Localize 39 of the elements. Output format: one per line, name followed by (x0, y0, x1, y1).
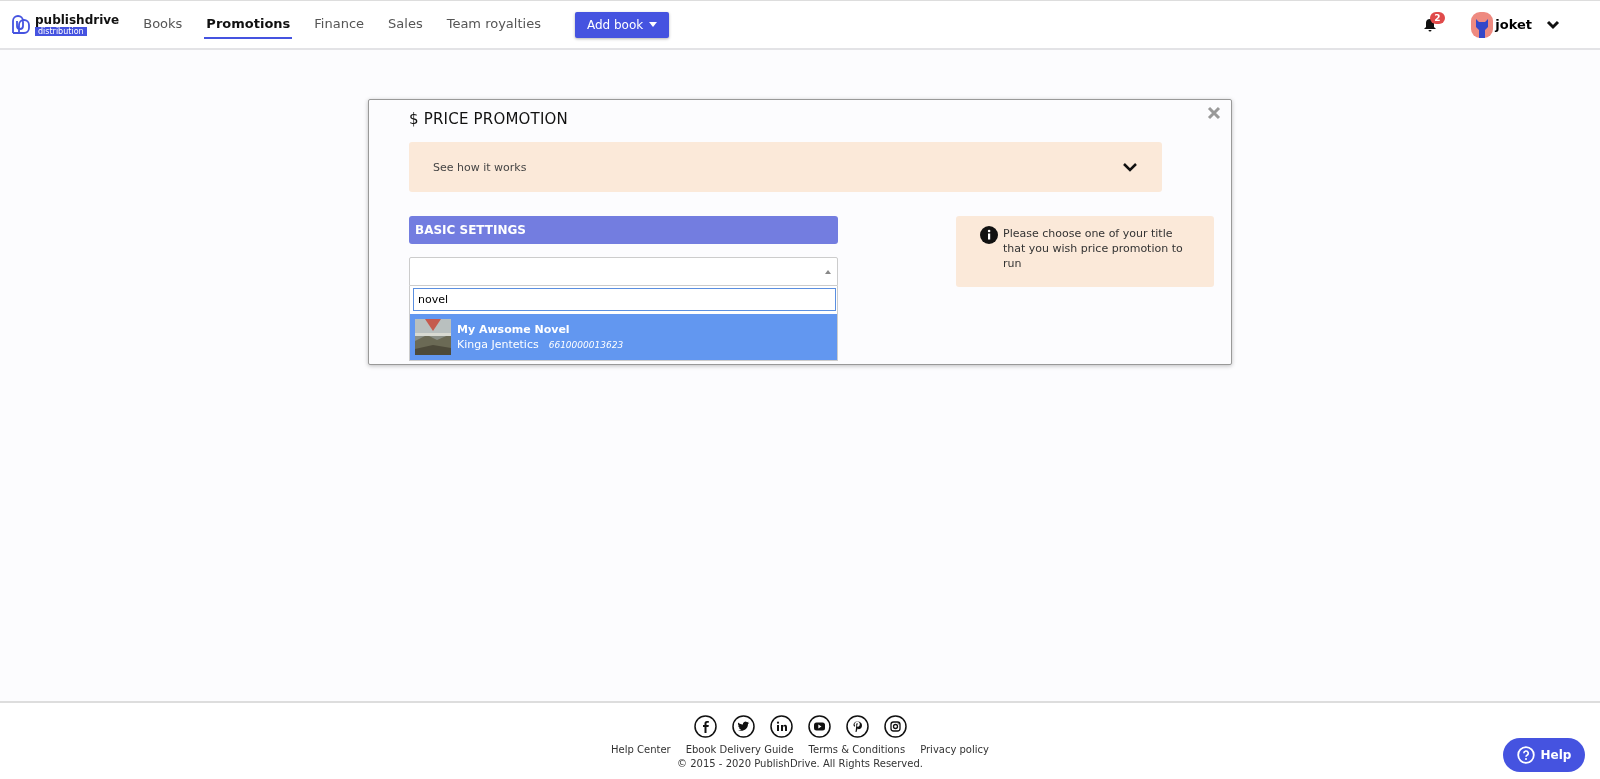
dialog-title: $ PRICE PROMOTION (409, 110, 569, 128)
chevron-down-icon (1122, 162, 1138, 172)
caret-up-icon (825, 269, 831, 274)
info-icon (980, 226, 998, 244)
nav-link[interactable]: Finance (312, 10, 367, 39)
instagram-icon[interactable] (883, 715, 907, 738)
chevron-down-icon[interactable] (1546, 19, 1560, 30)
close-icon[interactable] (1207, 106, 1221, 120)
nav-link[interactable]: Sales (386, 10, 425, 39)
youtube-icon[interactable] (807, 715, 831, 738)
book-isbn: 6610000013623 (548, 340, 624, 350)
linkedin-icon[interactable] (769, 715, 793, 738)
search-field[interactable]: novel (413, 288, 836, 311)
logo-icon (10, 13, 32, 36)
pinterest-icon[interactable] (845, 715, 869, 738)
notification-badge: 2 (1430, 11, 1445, 24)
footer-link[interactable]: Terms & Conditions (808, 744, 906, 755)
copyright-text: © 2015 - 2020 PublishDrive. All Rights Reserved. (677, 758, 923, 769)
help-button[interactable]: Help (1503, 738, 1585, 772)
caret-icon (649, 22, 658, 27)
footer-link[interactable]: Help Center (611, 744, 671, 755)
footer-link[interactable]: Privacy policy (920, 744, 989, 755)
nav-link[interactable]: Books (141, 10, 185, 39)
brand-tag: distribution (35, 26, 87, 36)
question-icon (1516, 746, 1535, 764)
user-name[interactable]: joket (1495, 17, 1532, 32)
avatar-icon[interactable] (1471, 11, 1494, 38)
brand-name: publishdrive (35, 13, 120, 27)
book-title: My Awsome Novel (457, 323, 571, 336)
twitter-icon[interactable] (731, 715, 755, 738)
how-it-works-accordion[interactable]: See how it works (409, 142, 1162, 192)
nav-link[interactable]: Team royalties (444, 10, 543, 39)
info-text: Please choose one of your title that you wish price promotion to run (1003, 226, 1184, 271)
section-header: BASIC SETTINGS (409, 216, 838, 244)
book-author: Kinga Jentetics (457, 338, 539, 351)
facebook-icon[interactable] (693, 715, 717, 738)
add-book-button[interactable]: Add book (574, 11, 670, 38)
nav-link[interactable]: Promotions (204, 10, 293, 39)
footer-link[interactable]: Ebook Delivery Guide (685, 744, 794, 755)
